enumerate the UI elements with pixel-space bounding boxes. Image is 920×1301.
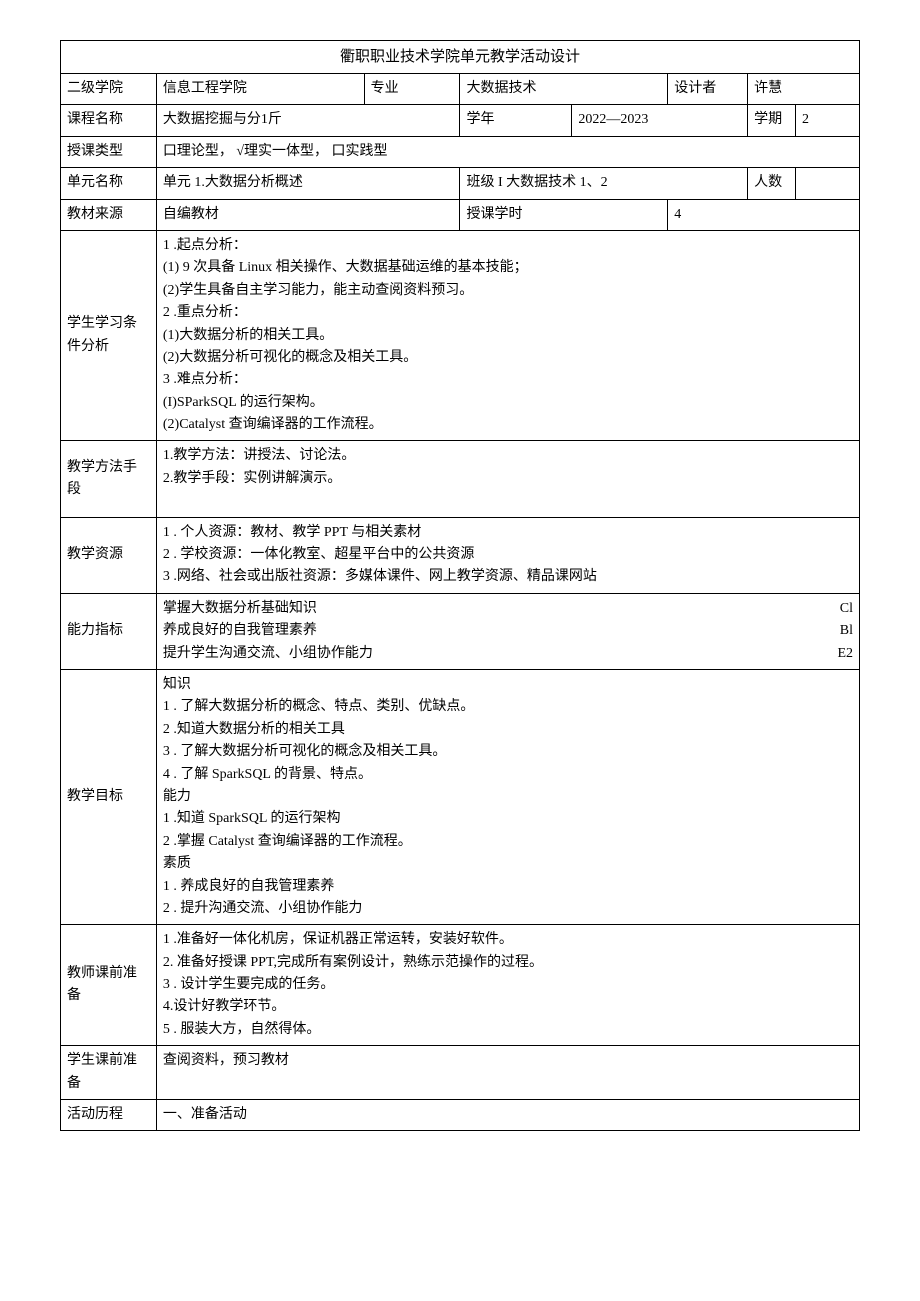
lesson-design-table: 衢职职业技术学院单元教学活动设计 二级学院 信息工程学院 专业 大数据技术 设计…	[60, 40, 860, 1131]
value-class: 班级 I 大数据技术 1、2	[460, 168, 748, 199]
label-hours: 授课学时	[460, 199, 668, 230]
label-study-cond: 学生学习条件分析	[61, 230, 157, 441]
label-ability: 能力指标	[61, 593, 157, 669]
label-year: 学年	[460, 105, 572, 136]
label-term: 学期	[748, 105, 796, 136]
label-count: 人数	[748, 168, 796, 199]
label-college: 二级学院	[61, 74, 157, 105]
label-goal: 教学目标	[61, 669, 157, 924]
value-goal: 知识 1 . 了解大数据分析的概念、特点、类别、优缺点。 2 .知道大数据分析的…	[156, 669, 859, 924]
value-process: 一、准备活动	[156, 1100, 859, 1131]
value-teacher-prep: 1 .准备好一体化机房，保证机器正常运转，安装好软件。 2. 准备好授课 PPT…	[156, 925, 859, 1046]
ability-row-text: 掌握大数据分析基础知识	[163, 598, 317, 620]
value-teachtype: 口理论型， √理实一体型， 口实践型	[156, 136, 859, 167]
value-resource: 1 . 个人资源：教材、教学 PPT 与相关素材 2 . 学校资源：一体化教室、…	[156, 517, 859, 593]
ability-row-code: Cl	[840, 598, 853, 620]
doc-title: 衢职职业技术学院单元教学活动设计	[61, 41, 860, 74]
label-teacher-prep: 教师课前准备	[61, 925, 157, 1046]
label-teachtype: 授课类型	[61, 136, 157, 167]
label-method: 教学方法手段	[61, 441, 157, 517]
ability-row-code: E2	[837, 643, 853, 665]
value-hours: 4	[668, 199, 860, 230]
value-year: 2022—2023	[572, 105, 748, 136]
value-method: 1.教学方法：讲授法、讨论法。 2.教学手段：实例讲解演示。	[156, 441, 859, 517]
label-designer: 设计者	[668, 74, 748, 105]
value-term: 2	[796, 105, 860, 136]
value-student-prep: 查阅资料，预习教材	[156, 1046, 859, 1100]
value-designer: 许慧	[748, 74, 860, 105]
ability-row-text: 提升学生沟通交流、小组协作能力	[163, 643, 373, 665]
value-ability: 掌握大数据分析基础知识 Cl 养成良好的自我管理素养 Bl 提升学生沟通交流、小组协…	[156, 593, 859, 669]
value-study-cond: 1 .起点分析： (1) 9 次具备 Linux 相关操作、大数据基础运维的基本…	[156, 230, 859, 441]
ability-row-code: Bl	[840, 620, 853, 642]
value-unit: 单元 1.大数据分析概述	[156, 168, 460, 199]
value-college: 信息工程学院	[156, 74, 364, 105]
value-count	[796, 168, 860, 199]
label-major: 专业	[364, 74, 460, 105]
label-textbook: 教材来源	[61, 199, 157, 230]
value-textbook: 自编教材	[156, 199, 460, 230]
value-major: 大数据技术	[460, 74, 668, 105]
ability-row-text: 养成良好的自我管理素养	[163, 620, 317, 642]
label-student-prep: 学生课前准备	[61, 1046, 157, 1100]
label-unit: 单元名称	[61, 168, 157, 199]
label-resource: 教学资源	[61, 517, 157, 593]
label-course: 课程名称	[61, 105, 157, 136]
label-process: 活动历程	[61, 1100, 157, 1131]
value-course: 大数据挖掘与分1斤	[156, 105, 460, 136]
